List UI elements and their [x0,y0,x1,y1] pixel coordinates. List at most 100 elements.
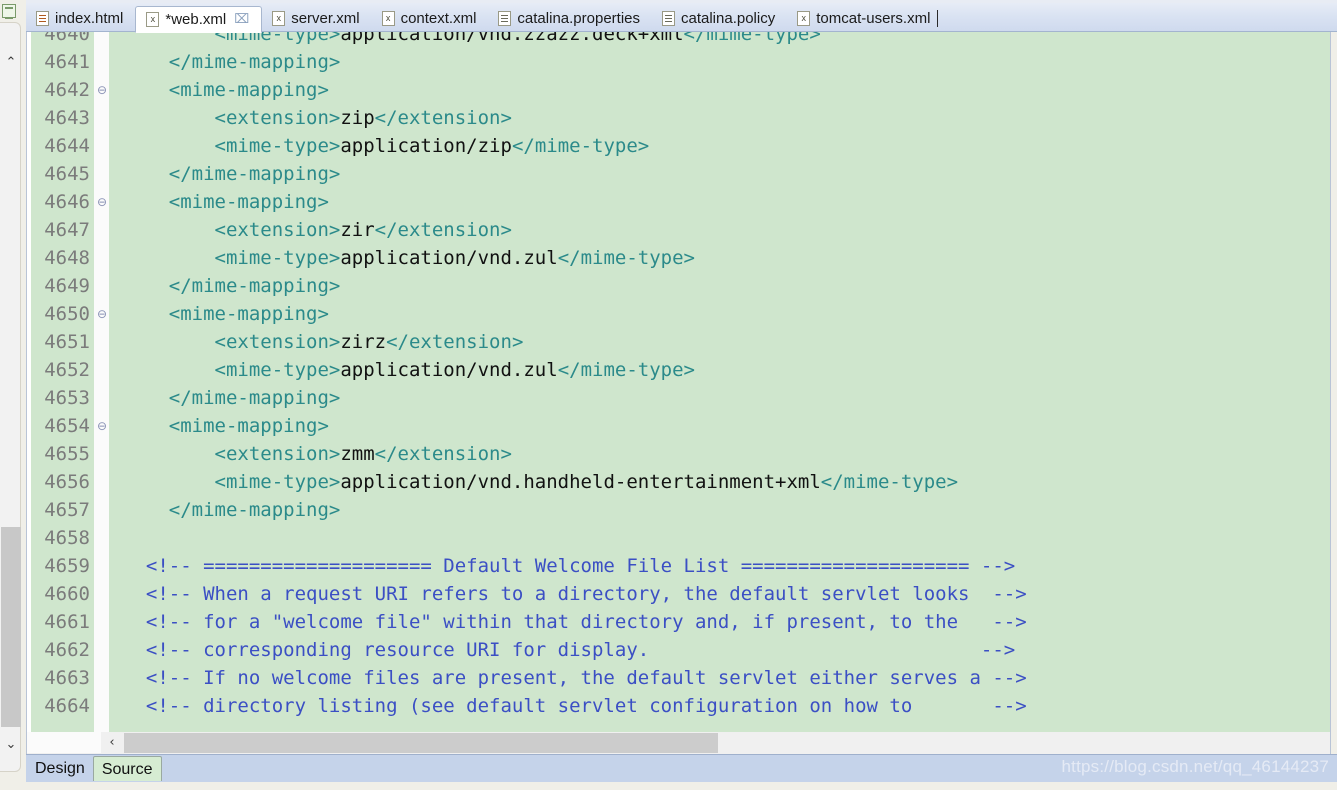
horizontal-scrollbar[interactable]: ‹ [26,732,1331,754]
window-bottom-filler [0,782,1337,790]
code-line[interactable]: 4646 ⊖ <mime-mapping> [27,188,1330,216]
vertical-scrollbar-thumb[interactable] [1,527,21,727]
fold-collapse-icon[interactable]: ⊖ [95,76,109,104]
editor-mode-tab-source[interactable]: Source [92,756,162,781]
editor-tab-server-xml[interactable]: x server.xml [262,5,371,32]
code-line[interactable]: 4654 ⊖ <mime-mapping> [27,412,1330,440]
xml-comment-token: <!-- directory listing (see default serv… [123,695,1027,717]
left-side-strip: ⌃ ⌄ [0,0,26,790]
editor-mode-tab-design[interactable]: Design [27,756,93,781]
code-line[interactable]: 4663 <!-- If no welcome files are presen… [27,664,1330,692]
line-number: 4647 [44,219,90,241]
code-line[interactable]: 4642 ⊖ <mime-mapping> [27,76,1330,104]
line-number: 4641 [44,51,90,73]
code-line-content: </mime-mapping> [123,48,341,76]
code-line[interactable]: 4659 <!-- ==================== Default W… [27,552,1330,580]
xml-tag-token: <mime-type> [123,32,341,45]
xml-tag-token: <mime-mapping> [123,303,329,325]
code-line[interactable]: 4664 <!-- directory listing (see default… [27,692,1330,720]
xml-tag-token: </mime-mapping> [123,51,341,73]
code-line-content: </mime-mapping> [123,496,341,524]
code-line-content: <!-- ==================== Default Welcom… [123,552,1015,580]
line-number: 4656 [44,471,90,493]
line-number: 4664 [44,695,90,717]
source-code-editor[interactable]: 4640 <mime-type>application/vnd.zzazz.de… [26,32,1331,732]
text-file-icon [498,11,512,26]
code-lines: 4640 <mime-type>application/vnd.zzazz.de… [27,32,1330,720]
line-number: 4649 [44,275,90,297]
xml-tag-token: <mime-mapping> [123,415,329,437]
xml-tag-token: <mime-type> [123,359,341,381]
line-number: 4657 [44,499,90,521]
line-number: 4646 [44,191,90,213]
code-line-content: <extension>zirz</extension> [123,328,524,356]
code-line[interactable]: 4645 </mime-mapping> [27,160,1330,188]
xml-tag-token: <mime-type> [123,247,341,269]
fold-collapse-icon[interactable]: ⊖ [95,188,109,216]
xml-text-token: zir [340,219,375,241]
code-line[interactable]: 4662 <!-- corresponding resource URI for… [27,636,1330,664]
close-icon[interactable]: ⌧ [234,13,249,26]
code-line[interactable]: 4649 </mime-mapping> [27,272,1330,300]
code-line[interactable]: 4660 <!-- When a request URI refers to a… [27,580,1330,608]
scroll-left-icon[interactable]: ‹ [101,732,123,753]
code-line[interactable]: 4653 </mime-mapping> [27,384,1330,412]
xml-comment-token: <!-- ==================== Default Welcom… [123,555,1016,577]
xml-file-icon: x [272,11,286,26]
code-line[interactable]: 4648 <mime-type>application/vnd.zul</mim… [27,244,1330,272]
xml-tag-token: </mime-type> [511,135,650,157]
line-number: 4644 [44,135,90,157]
code-line[interactable]: 4647 <extension>zir</extension> [27,216,1330,244]
xml-tag-token: </mime-type> [820,471,959,493]
code-line[interactable]: 4650 ⊖ <mime-mapping> [27,300,1330,328]
fold-collapse-icon[interactable]: ⊖ [95,412,109,440]
code-line[interactable]: 4641 </mime-mapping> [27,48,1330,76]
line-number: 4663 [44,667,90,689]
scroll-down-icon[interactable]: ⌄ [2,736,20,753]
editor-tab-tomcat-users-xml[interactable]: x tomcat-users.xml [787,5,950,32]
editor-tab-label: index.html [55,10,124,27]
code-line[interactable]: 4658 [27,524,1330,552]
code-line[interactable]: 4661 <!-- for a "welcome file" within th… [27,608,1330,636]
code-line[interactable]: 4640 <mime-type>application/vnd.zzazz.de… [27,32,1330,48]
line-number: 4662 [44,639,90,661]
code-line[interactable]: 4644 <mime-type>application/zip</mime-ty… [27,132,1330,160]
code-line[interactable]: 4643 <extension>zip</extension> [27,104,1330,132]
editor-tab-label: catalina.properties [517,10,640,27]
code-line[interactable]: 4657 </mime-mapping> [27,496,1330,524]
line-number: 4652 [44,359,90,381]
fold-collapse-icon[interactable]: ⊖ [95,300,109,328]
code-line[interactable]: 4652 <mime-type>application/vnd.zul</mim… [27,356,1330,384]
line-number: 4642 [44,79,90,101]
xml-text-token: zmm [340,443,375,465]
xml-tag-token: <extension> [123,107,341,129]
editor-tab-index-html[interactable]: index.html [26,5,135,32]
code-line[interactable]: 4651 <extension>zirz</extension> [27,328,1330,356]
xml-tag-token: <mime-mapping> [123,79,329,101]
line-number: 4651 [44,331,90,353]
xml-comment-token: <!-- for a "welcome file" within that di… [123,611,1027,633]
tab-bar-caret [937,10,939,27]
horizontal-scrollbar-thumb[interactable] [124,733,718,753]
xml-tag-token: </extension> [374,219,512,241]
editor-tab-web-xml[interactable]: x *web.xml ⌧ [135,6,263,33]
xml-tag-token: </mime-type> [557,359,695,381]
code-line-content: <mime-type>application/vnd.zul</mime-typ… [123,244,695,272]
editor-tab-label: catalina.policy [681,10,776,27]
line-number: 4653 [44,387,90,409]
scroll-up-icon[interactable]: ⌃ [2,54,20,71]
xml-text-token: application/zip [340,135,512,157]
xml-tag-token: <extension> [123,443,341,465]
code-line[interactable]: 4656 <mime-type>application/vnd.handheld… [27,468,1330,496]
editor-tab-catalina-properties[interactable]: catalina.properties [488,5,652,32]
editor-tab-context-xml[interactable]: x context.xml [372,5,489,32]
code-line[interactable]: 4655 <extension>zmm</extension> [27,440,1330,468]
code-line-content: <mime-mapping> [123,188,329,216]
xml-comment-token: <!-- corresponding resource URI for disp… [123,639,1016,661]
xml-text-token: zip [340,107,375,129]
editor-tab-catalina-policy[interactable]: catalina.policy [652,5,787,32]
outline-view-icon[interactable] [2,4,16,19]
scrollbar-gutter-spacer [27,732,101,753]
line-number: 4643 [44,107,90,129]
line-number: 4640 [44,32,90,45]
